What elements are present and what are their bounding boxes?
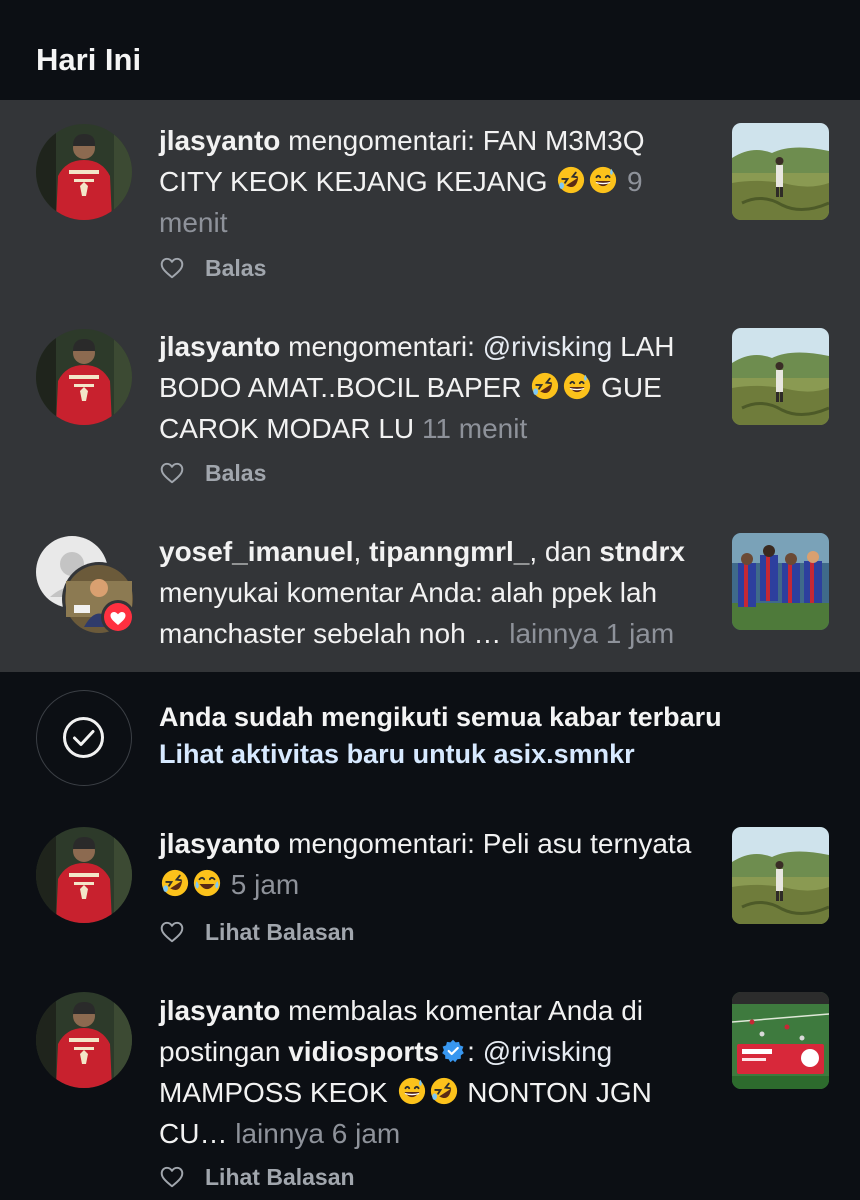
rolling-laugh-emoji bbox=[530, 371, 560, 401]
notification-text: yosef_imanuel, tipanngmrl_, dan stndrx m… bbox=[159, 536, 685, 649]
avatar[interactable] bbox=[36, 124, 132, 220]
notification-text: jlasyanto mengomentari: Peli asu ternyat… bbox=[159, 828, 692, 900]
more-link[interactable]: lainnya bbox=[235, 1118, 324, 1149]
username[interactable]: yosef_imanuel bbox=[159, 536, 354, 567]
caught-up-indicator bbox=[36, 690, 132, 786]
timestamp: 11 menit bbox=[421, 413, 528, 444]
rolling-laugh-emoji bbox=[556, 165, 586, 195]
avatar[interactable] bbox=[36, 827, 132, 923]
post-thumbnail[interactable] bbox=[732, 123, 829, 220]
sweat-smile-emoji bbox=[397, 1076, 427, 1106]
username[interactable]: jlasyanto bbox=[159, 828, 280, 859]
post-thumbnail[interactable] bbox=[732, 827, 829, 924]
notification-row[interactable]: jlasyanto mengomentari: @rivisking LAH B… bbox=[0, 305, 860, 510]
reply-button[interactable]: Balas bbox=[205, 255, 266, 282]
username[interactable]: jlasyanto bbox=[159, 125, 280, 156]
verified-badge-icon bbox=[442, 1039, 464, 1063]
rolling-laugh-emoji bbox=[160, 868, 190, 898]
activity-header: Hari Ini bbox=[0, 0, 860, 100]
post-thumbnail[interactable] bbox=[732, 533, 829, 630]
sweat-smile-emoji bbox=[562, 371, 592, 401]
notification-text: jlasyanto membalas komentar Anda di post… bbox=[159, 995, 652, 1149]
notification-text: jlasyanto mengomentari: FAN M3M3Q CITY K… bbox=[159, 125, 645, 238]
section-title-today: Hari Ini bbox=[36, 42, 142, 77]
username[interactable]: stndrx bbox=[599, 536, 685, 567]
sweat-smile-emoji bbox=[588, 165, 618, 195]
joy-emoji bbox=[192, 868, 222, 898]
mention-link[interactable]: @rivisking bbox=[483, 331, 613, 362]
check-circle-icon bbox=[63, 717, 104, 758]
username[interactable]: jlasyanto bbox=[159, 995, 280, 1026]
heart-outline-icon[interactable] bbox=[159, 1164, 185, 1190]
notification-row[interactable]: yosef_imanuel, tipanngmrl_, dan stndrx m… bbox=[0, 510, 860, 672]
more-link[interactable]: lainnya bbox=[509, 618, 598, 649]
username[interactable]: tipanngmrl_ bbox=[369, 536, 529, 567]
avatar[interactable] bbox=[36, 992, 132, 1088]
comment-actions: Balas bbox=[159, 253, 266, 283]
rolling-laugh-emoji bbox=[429, 1076, 459, 1106]
view-replies-button[interactable]: Lihat Balasan bbox=[205, 1164, 355, 1191]
heart-outline-icon[interactable] bbox=[159, 255, 185, 281]
notification-text: jlasyanto mengomentari: @rivisking LAH B… bbox=[159, 331, 675, 444]
caught-up-title: Anda sudah mengikuti semua kabar terbaru bbox=[159, 702, 722, 732]
post-thumbnail[interactable] bbox=[732, 328, 829, 425]
timestamp: 5 jam bbox=[230, 869, 300, 900]
group-avatar[interactable] bbox=[36, 535, 142, 636]
heart-outline-icon[interactable] bbox=[159, 460, 185, 486]
notification-row[interactable]: jlasyanto mengomentari: FAN M3M3Q CITY K… bbox=[0, 100, 860, 305]
notification-row[interactable]: jlasyanto membalas komentar Anda di post… bbox=[0, 970, 860, 1200]
mention-link[interactable]: @rivisking bbox=[483, 1036, 613, 1067]
view-replies-button[interactable]: Lihat Balasan bbox=[205, 919, 355, 946]
avatar[interactable] bbox=[36, 329, 132, 425]
comment-actions: Lihat Balasan bbox=[159, 1162, 355, 1192]
heart-outline-icon[interactable] bbox=[159, 919, 185, 945]
timestamp: 6 jam bbox=[331, 1118, 401, 1149]
timestamp: 1 jam bbox=[605, 618, 675, 649]
comment-actions: Lihat Balasan bbox=[159, 917, 355, 947]
reply-button[interactable]: Balas bbox=[205, 460, 266, 487]
username[interactable]: jlasyanto bbox=[159, 331, 280, 362]
post-thumbnail[interactable] bbox=[732, 992, 829, 1089]
new-activity-link[interactable]: Lihat aktivitas baru untuk asix.smnkr bbox=[159, 739, 635, 770]
account-name[interactable]: vidiosports bbox=[288, 1036, 439, 1067]
notification-row[interactable]: jlasyanto mengomentari: Peli asu ternyat… bbox=[0, 805, 860, 970]
comment-actions: Balas bbox=[159, 458, 266, 488]
